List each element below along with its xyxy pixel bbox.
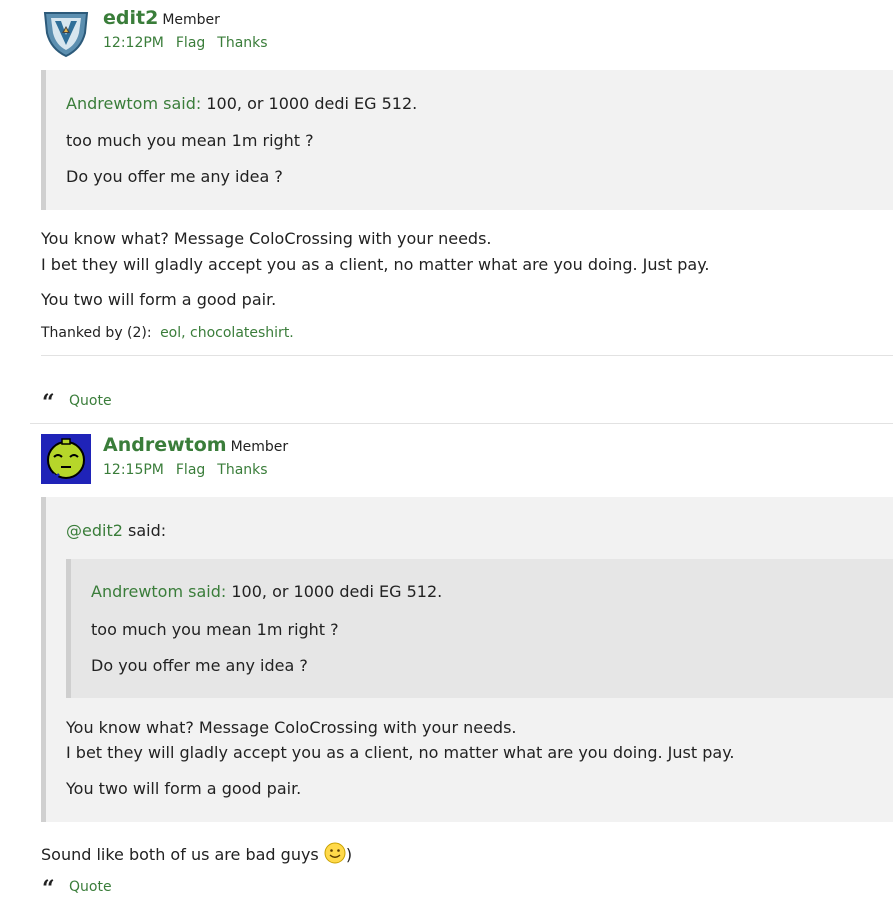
message-line: You two will form a good pair. — [41, 290, 277, 309]
avatar[interactable] — [41, 9, 91, 59]
quote-header: @edit2 said: — [66, 521, 166, 541]
quote-text: 100, or 1000 dedi EG 512. — [206, 94, 418, 113]
author-role: Member — [230, 439, 289, 455]
quote-first-line: Andrewtom said: 100, or 1000 dedi EG 512… — [66, 94, 417, 114]
quote-attribution[interactable]: Andrewtom said: — [66, 94, 201, 113]
author-link[interactable]: edit2 — [103, 7, 158, 29]
message-line: Sound like both of us are bad guys ) — [41, 842, 352, 865]
quote-line: too much you mean 1m right ? — [66, 131, 314, 150]
avatar[interactable] — [41, 434, 91, 484]
quote-said: said: — [128, 521, 167, 540]
thanks-link[interactable]: Thanks — [217, 462, 267, 478]
quote-line: You know what? Message ColoCrossing with… — [66, 718, 517, 737]
smiley-icon — [324, 842, 346, 864]
message-line: I bet they will gladly accept you as a c… — [41, 255, 710, 274]
quote-attribution[interactable]: @edit2 — [66, 521, 123, 540]
message-suffix: ) — [345, 845, 353, 864]
quote-icon: “ — [42, 390, 55, 416]
author-link[interactable]: Andrewtom — [103, 434, 227, 456]
message-text: Sound like both of us are bad guys — [41, 845, 319, 864]
flag-link[interactable]: Flag — [176, 462, 205, 478]
thanked-by: Thanked by (2): eol, chocolateshirt. — [41, 325, 294, 341]
quote-line: You two will form a good pair. — [66, 779, 302, 798]
quote-first-line: Andrewtom said: 100, or 1000 dedi EG 512… — [91, 582, 442, 602]
quote-line: I bet they will gladly accept you as a c… — [66, 743, 735, 762]
quote-text: 100, or 1000 dedi EG 512. — [231, 582, 443, 601]
author-name[interactable]: Andrewtom Member — [103, 434, 288, 456]
nested-blockquote: Andrewtom said: 100, or 1000 dedi EG 512… — [66, 559, 893, 698]
blockquote: Andrewtom said: 100, or 1000 dedi EG 512… — [41, 70, 893, 210]
post-meta: 12:12PM Flag Thanks — [103, 35, 280, 51]
post-time[interactable]: 12:12PM — [103, 35, 164, 51]
thanked-names[interactable]: eol, chocolateshirt. — [160, 325, 294, 341]
author-role: Member — [162, 12, 220, 28]
quote-attribution[interactable]: Andrewtom said: — [91, 582, 226, 601]
author-name[interactable]: edit2 Member — [103, 7, 220, 29]
quote-button[interactable]: Quote — [69, 879, 112, 895]
divider — [41, 355, 893, 356]
quote-line: Do you offer me any idea ? — [91, 656, 308, 675]
quote-line: Do you offer me any idea ? — [66, 167, 283, 186]
post-time[interactable]: 12:15PM — [103, 462, 164, 478]
shield-avatar-icon — [43, 12, 89, 58]
thanks-link[interactable]: Thanks — [217, 35, 267, 51]
quote-icon: “ — [42, 876, 55, 902]
message-line: You know what? Message ColoCrossing with… — [41, 229, 492, 248]
quote-button[interactable]: Quote — [69, 393, 112, 409]
thanked-label: Thanked by (2): — [41, 325, 152, 341]
divider — [30, 423, 893, 424]
post-meta: 12:15PM Flag Thanks — [103, 462, 280, 478]
blockquote: @edit2 said: Andrewtom said: 100, or 100… — [41, 497, 893, 822]
flag-link[interactable]: Flag — [176, 35, 205, 51]
frog-avatar-icon — [41, 434, 91, 484]
quote-line: too much you mean 1m right ? — [91, 620, 339, 639]
